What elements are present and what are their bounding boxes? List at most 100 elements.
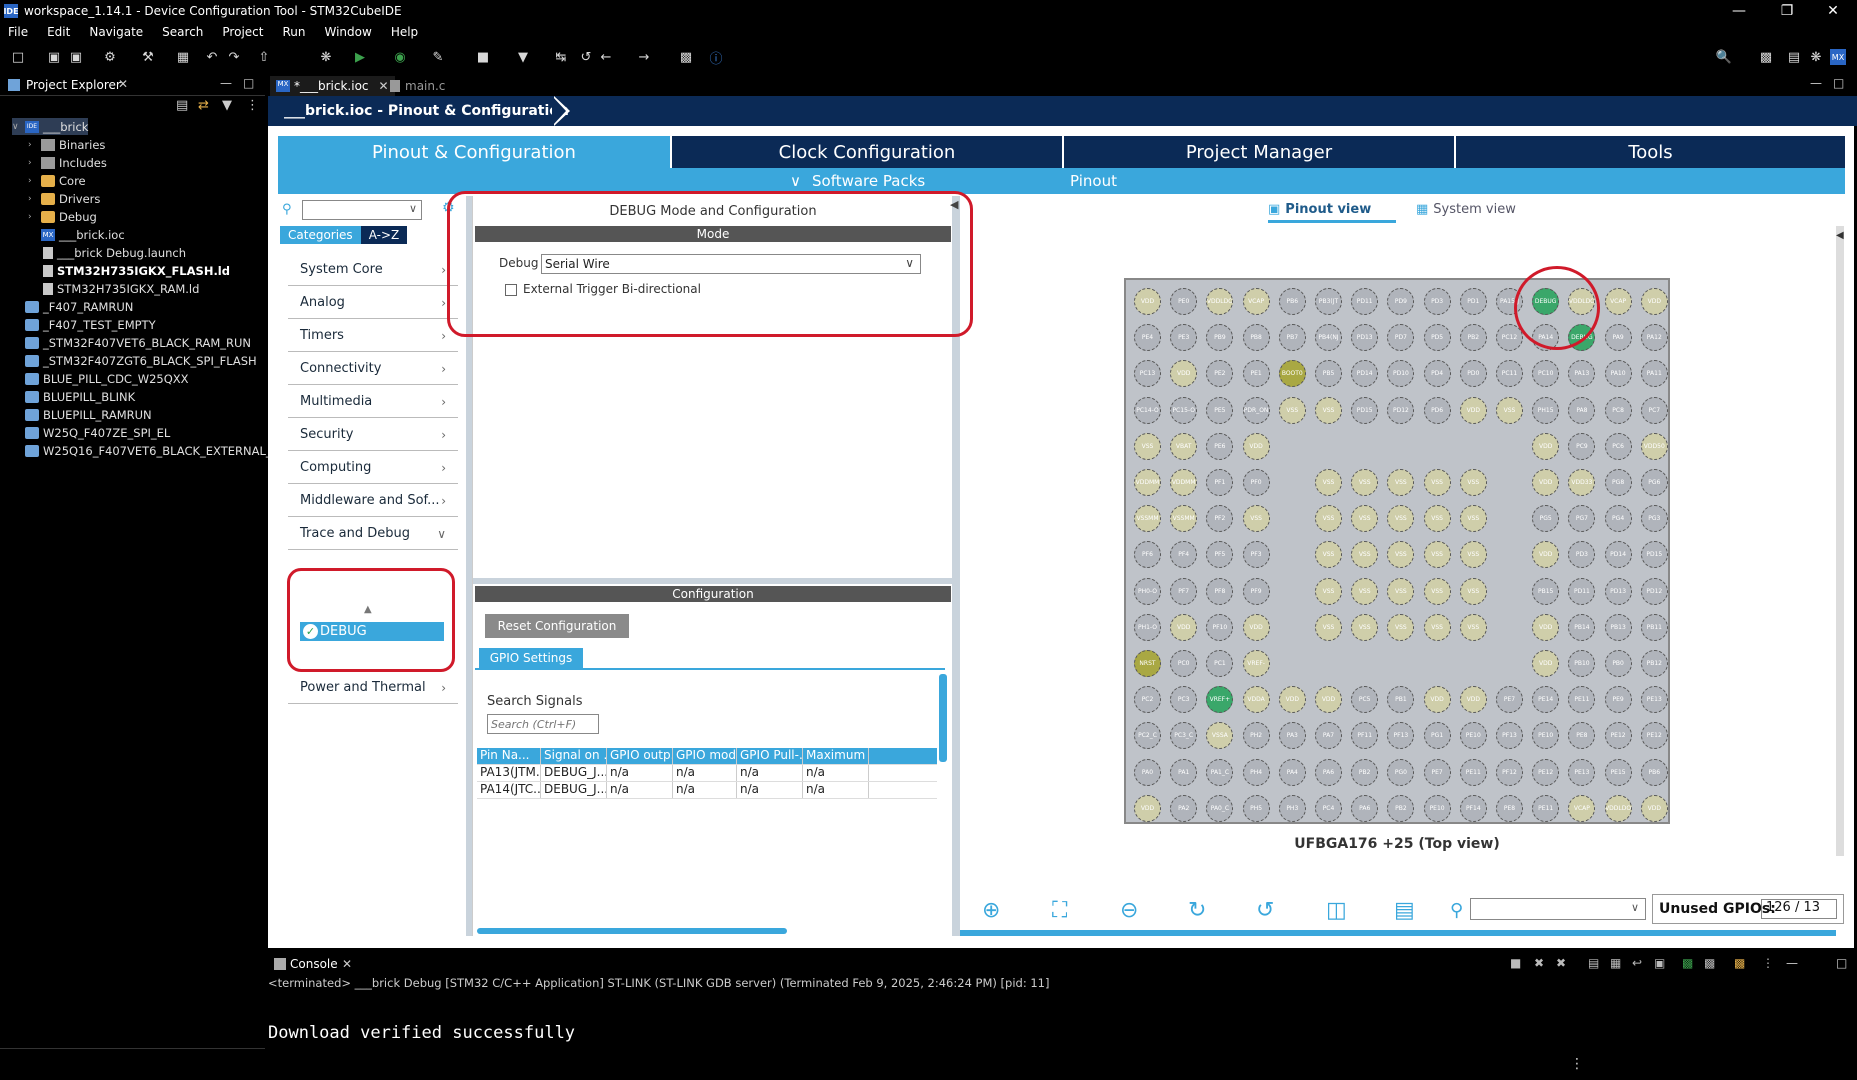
pin[interactable]: VSS: [1278, 396, 1306, 424]
pin[interactable]: VSSMM: [1170, 505, 1198, 533]
pin[interactable]: PA13: [1568, 360, 1596, 388]
pin[interactable]: PG7: [1568, 505, 1596, 533]
pin[interactable]: VSS: [1496, 396, 1523, 424]
pin-console-icon[interactable]: ▣: [1654, 956, 1665, 970]
pin[interactable]: PF6: [1134, 541, 1161, 569]
horizontal-splitter[interactable]: [473, 578, 953, 584]
pin[interactable]: VSS: [1351, 613, 1379, 641]
pin[interactable]: PE11: [1532, 794, 1560, 822]
expand-icon[interactable]: ›: [28, 212, 38, 222]
pin[interactable]: PH3: [1278, 794, 1306, 822]
tab-gpio-settings[interactable]: GPIO Settings: [479, 648, 583, 668]
rotate-right-icon[interactable]: ↻: [1188, 898, 1206, 923]
pin[interactable]: PF2: [1206, 505, 1234, 533]
pin[interactable]: VREF+: [1206, 686, 1234, 714]
debug-icon[interactable]: ❋: [318, 49, 334, 65]
pin[interactable]: PB3(JT: [1315, 288, 1342, 315]
pin[interactable]: PF1: [1206, 469, 1234, 496]
pin[interactable]: PC15-O: [1170, 396, 1198, 424]
pin[interactable]: PD3: [1423, 288, 1451, 315]
vertical-scrollbar[interactable]: [939, 674, 947, 762]
pin[interactable]: PA4: [1278, 758, 1306, 786]
pin[interactable]: PA11: [1640, 360, 1668, 388]
pin[interactable]: PF0: [1242, 469, 1270, 496]
tree-item[interactable]: › Core: [28, 172, 86, 189]
tree-item[interactable]: W25Q16_F407VET6_BLACK_EXTERNAL_LO...: [12, 442, 297, 459]
pin[interactable]: PA9: [1604, 324, 1632, 352]
pin[interactable]: PB10: [1568, 650, 1596, 677]
pin[interactable]: VSS: [1423, 505, 1451, 533]
pin[interactable]: PC9: [1568, 432, 1596, 460]
pin[interactable]: PA7: [1315, 722, 1342, 750]
category-analog[interactable]: Analog ›: [288, 287, 458, 319]
pin[interactable]: VDD: [1459, 686, 1487, 714]
pin[interactable]: PD3: [1568, 541, 1596, 569]
pin[interactable]: PC5: [1351, 686, 1379, 714]
maximize-console-icon[interactable]: □: [1836, 956, 1847, 970]
column-header[interactable]: Pin Na...: [477, 748, 541, 764]
pin[interactable]: VSS: [1423, 577, 1451, 605]
pin[interactable]: PE12: [1532, 758, 1560, 786]
pin[interactable]: VDD: [1459, 396, 1487, 424]
pin[interactable]: PG3: [1640, 505, 1668, 533]
pin[interactable]: PE12: [1640, 722, 1668, 750]
pin[interactable]: VSS: [1351, 541, 1379, 569]
pin[interactable]: PC4: [1315, 794, 1342, 822]
pin[interactable]: PE4: [1134, 324, 1161, 352]
pin[interactable]: PG0: [1387, 758, 1415, 786]
pin[interactable]: PE8: [1496, 794, 1523, 822]
pin[interactable]: VSSA: [1206, 722, 1234, 750]
pin[interactable]: PE11: [1568, 686, 1596, 714]
display-console-icon[interactable]: ▩: [1682, 956, 1693, 970]
pin[interactable]: VDD: [1242, 432, 1270, 460]
pin[interactable]: PG4: [1604, 505, 1632, 533]
category-trace-debug[interactable]: Trace and Debug ∨: [288, 518, 458, 550]
reset-configuration-button[interactable]: Reset Configuration: [485, 614, 629, 638]
pin[interactable]: VSS: [1315, 469, 1342, 496]
pin[interactable]: VBAT: [1170, 432, 1198, 460]
search-icon[interactable]: 🔍: [1716, 49, 1732, 65]
tree-item[interactable]: _STM32F407VET6_BLACK_RAM_RUN: [12, 334, 251, 351]
category-timers[interactable]: Timers ›: [288, 320, 458, 352]
menu-window[interactable]: Window: [324, 25, 371, 39]
pin[interactable]: PB13: [1604, 613, 1632, 641]
console-tab-label[interactable]: Console: [290, 957, 338, 971]
pin[interactable]: VSS: [1423, 469, 1451, 496]
tree-item[interactable]: ∨ IDE ___brick: [12, 118, 89, 135]
pin[interactable]: PG5: [1532, 505, 1560, 533]
pin[interactable]: PD13: [1351, 324, 1379, 352]
pin[interactable]: PE7: [1423, 758, 1451, 786]
mx-perspective-icon[interactable]: MX: [1830, 49, 1846, 65]
pin[interactable]: PF3: [1242, 541, 1270, 569]
pin[interactable]: PE5: [1206, 396, 1234, 424]
pin[interactable]: PH1-O: [1134, 613, 1161, 641]
pin[interactable]: PC8: [1604, 396, 1632, 424]
flip-vertical-icon[interactable]: ◫: [1326, 898, 1347, 923]
menu-project[interactable]: Project: [222, 25, 263, 39]
category-power-thermal[interactable]: Power and Thermal ›: [288, 672, 458, 704]
zoom-out-icon[interactable]: ⊖: [1120, 898, 1138, 923]
pin[interactable]: VDD: [1532, 432, 1560, 460]
pin[interactable]: VSS: [1387, 577, 1415, 605]
pin[interactable]: PC2_C: [1134, 722, 1161, 750]
terminal-icon[interactable]: ▩: [678, 49, 694, 65]
pencil-icon[interactable]: ✎: [430, 49, 446, 65]
pin[interactable]: PF9: [1242, 577, 1270, 605]
pin[interactable]: VREF-: [1242, 650, 1270, 677]
pin[interactable]: PD11: [1351, 288, 1379, 315]
pin[interactable]: PA6: [1315, 758, 1342, 786]
undo-icon[interactable]: ↶: [204, 49, 220, 65]
category-middleware[interactable]: Middleware and Sof... ›: [288, 485, 458, 517]
pin[interactable]: PD1: [1459, 288, 1487, 315]
pin[interactable]: VDDMM: [1134, 469, 1161, 496]
pin[interactable]: PF8: [1206, 577, 1234, 605]
tab-pinout-configuration[interactable]: Pinout & Configuration: [278, 136, 670, 168]
pin[interactable]: PC6: [1604, 432, 1632, 460]
next-annotation-icon[interactable]: ▼: [515, 49, 531, 65]
menu-navigate[interactable]: Navigate: [89, 25, 143, 39]
debug-perspective-icon[interactable]: ❋: [1808, 49, 1824, 65]
pin[interactable]: PF11: [1351, 722, 1379, 750]
pin[interactable]: PC2: [1134, 686, 1161, 714]
pin[interactable]: PE13: [1568, 758, 1596, 786]
pin[interactable]: VSS: [1351, 469, 1379, 496]
